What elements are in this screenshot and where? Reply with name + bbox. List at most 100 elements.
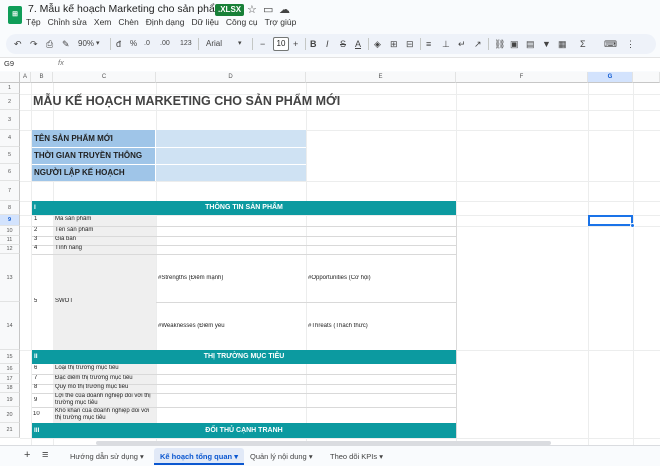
- planner-value-cell[interactable]: [155, 164, 306, 181]
- text-wrap-icon[interactable]: ↵: [458, 37, 466, 51]
- all-sheets-icon[interactable]: ≡: [42, 449, 48, 461]
- text-rotation-icon[interactable]: ↗: [474, 37, 482, 51]
- percent-button[interactable]: %: [130, 37, 137, 51]
- move-folder-icon[interactable]: ▭: [263, 3, 273, 16]
- more-options-icon[interactable]: ⋮: [626, 37, 635, 51]
- sheets-logo-icon[interactable]: ⊞: [8, 6, 22, 24]
- increase-font-size-icon[interactable]: +: [293, 37, 298, 51]
- zoom-chevron-icon[interactable]: ▾: [96, 37, 100, 51]
- row-header-5[interactable]: 5: [0, 147, 20, 164]
- row-header-4[interactable]: 4: [0, 130, 20, 147]
- sheet-tab-overview[interactable]: Kế hoạch tổng quan ▾: [154, 448, 244, 465]
- row-header-10[interactable]: 10: [0, 226, 20, 236]
- font-chevron-icon[interactable]: ▾: [238, 37, 242, 51]
- product-name-value-cell[interactable]: [155, 130, 306, 147]
- column-header-b[interactable]: B: [31, 72, 53, 83]
- row-header-2[interactable]: 2: [0, 94, 20, 110]
- row-header-14[interactable]: 14: [0, 302, 20, 350]
- menu-edit[interactable]: Chỉnh sửa: [48, 17, 87, 27]
- sheet-tab-kpis[interactable]: Theo dõi KPIs ▾: [324, 448, 389, 465]
- row-header-6[interactable]: 6: [0, 164, 20, 181]
- bold-button[interactable]: B: [310, 37, 317, 51]
- tab-menu-chevron-icon[interactable]: ▾: [309, 452, 313, 461]
- menu-insert[interactable]: Chèn: [118, 17, 138, 27]
- fill-handle[interactable]: [630, 223, 635, 228]
- paint-format-icon[interactable]: ✎: [62, 37, 70, 51]
- decrease-font-size-icon[interactable]: −: [260, 37, 265, 51]
- number-format-button[interactable]: 123: [180, 37, 192, 51]
- tab-menu-chevron-icon[interactable]: ▾: [379, 452, 383, 461]
- item-no: 10: [33, 411, 40, 417]
- column-header-g[interactable]: G: [588, 72, 633, 83]
- merge-cells-icon[interactable]: ⊟: [406, 37, 414, 51]
- undo-icon[interactable]: ↶: [14, 37, 22, 51]
- filter-icon[interactable]: ▼: [542, 37, 551, 51]
- menu-format[interactable]: Định dạng: [146, 17, 185, 27]
- borders-icon[interactable]: ⊞: [390, 37, 398, 51]
- column-header-d[interactable]: D: [156, 72, 306, 83]
- star-icon[interactable]: ☆: [247, 3, 257, 16]
- sheet-tab-guide[interactable]: Hướng dẫn sử dụng ▾: [64, 448, 150, 465]
- horizontal-align-icon[interactable]: ≡: [426, 37, 431, 51]
- input-tools-icon[interactable]: ⌨: [604, 37, 617, 51]
- row-header-20[interactable]: 20: [0, 407, 20, 423]
- decrease-decimal-button[interactable]: .0: [144, 37, 150, 51]
- row-header-19[interactable]: 19: [0, 393, 20, 407]
- select-all-corner[interactable]: [0, 72, 20, 83]
- spreadsheet-grid[interactable]: A B C D E F G 1 2 3 4 5 6 7 8 9 10 11 12…: [0, 72, 660, 445]
- insert-comment-icon[interactable]: ▣: [510, 37, 519, 51]
- column-header-e[interactable]: E: [306, 72, 456, 83]
- campaign-period-value-cell[interactable]: [155, 147, 306, 164]
- menu-help[interactable]: Trợ giúp: [265, 17, 297, 27]
- row-header-8[interactable]: 8: [0, 201, 20, 215]
- redo-icon[interactable]: ↷: [30, 37, 38, 51]
- sheet-tab-label: Kế hoạch tổng quan: [160, 452, 233, 461]
- row-header-17[interactable]: 17: [0, 374, 20, 384]
- tab-menu-chevron-icon[interactable]: ▾: [140, 452, 144, 461]
- row-header-21[interactable]: 21: [0, 423, 20, 438]
- menu-tools[interactable]: Công cụ: [226, 17, 258, 27]
- row-header-12[interactable]: 12: [0, 245, 20, 254]
- insert-link-icon[interactable]: ⛓: [494, 37, 505, 51]
- row-header-13[interactable]: 13: [0, 254, 20, 302]
- fill-color-icon[interactable]: ◈: [374, 37, 381, 51]
- tab-menu-chevron-icon[interactable]: ▾: [234, 452, 238, 461]
- row-header-18[interactable]: 18: [0, 384, 20, 393]
- item-no: 3: [34, 236, 38, 242]
- print-icon[interactable]: ⎙: [46, 37, 53, 51]
- column-header-h[interactable]: [633, 72, 660, 83]
- menu-data[interactable]: Dữ liệu: [191, 17, 218, 27]
- sheet-tab-content-management[interactable]: Quản lý nội dung ▾: [244, 448, 319, 465]
- column-header-c[interactable]: C: [53, 72, 156, 83]
- strikethrough-button[interactable]: S: [340, 37, 346, 51]
- document-title[interactable]: 7. Mẫu kế hoạch Marketing cho sản phẩm m…: [28, 3, 244, 15]
- currency-icon[interactable]: đ: [116, 37, 121, 51]
- text-color-button[interactable]: A: [355, 37, 361, 51]
- font-size-input[interactable]: 10: [273, 37, 289, 51]
- row-header-9[interactable]: 9: [0, 215, 20, 226]
- insert-chart-icon[interactable]: ▤: [526, 37, 535, 51]
- row-header-15[interactable]: 15: [0, 350, 20, 364]
- gridline: [20, 438, 660, 439]
- selected-cell-g9[interactable]: [588, 215, 633, 226]
- filter-views-icon[interactable]: ▦: [558, 37, 567, 51]
- add-sheet-icon[interactable]: +: [24, 449, 30, 461]
- italic-button[interactable]: I: [326, 37, 329, 51]
- column-header-a[interactable]: A: [20, 72, 31, 83]
- vertical-align-icon[interactable]: ⊥: [442, 37, 450, 51]
- cloud-status-icon[interactable]: ☁: [279, 3, 290, 16]
- name-box[interactable]: G9: [4, 59, 14, 68]
- increase-decimal-button[interactable]: .00: [160, 37, 170, 51]
- font-family-select[interactable]: Arial: [206, 37, 222, 51]
- row-header-16[interactable]: 16: [0, 364, 20, 374]
- menu-file[interactable]: Tệp: [26, 17, 41, 27]
- menu-view[interactable]: Xem: [94, 17, 111, 27]
- functions-icon[interactable]: Σ: [580, 37, 586, 51]
- column-header-f[interactable]: F: [456, 72, 588, 83]
- row-header-3[interactable]: 3: [0, 110, 20, 130]
- row-header-1[interactable]: 1: [0, 83, 20, 94]
- row-header-11[interactable]: 11: [0, 236, 20, 245]
- toolbar: ↶ ↷ ⎙ ✎ 90% ▾ đ % .0 .00 123 Arial ▾ − 1…: [6, 34, 656, 54]
- zoom-select[interactable]: 90%: [78, 37, 94, 51]
- row-header-7[interactable]: 7: [0, 181, 20, 201]
